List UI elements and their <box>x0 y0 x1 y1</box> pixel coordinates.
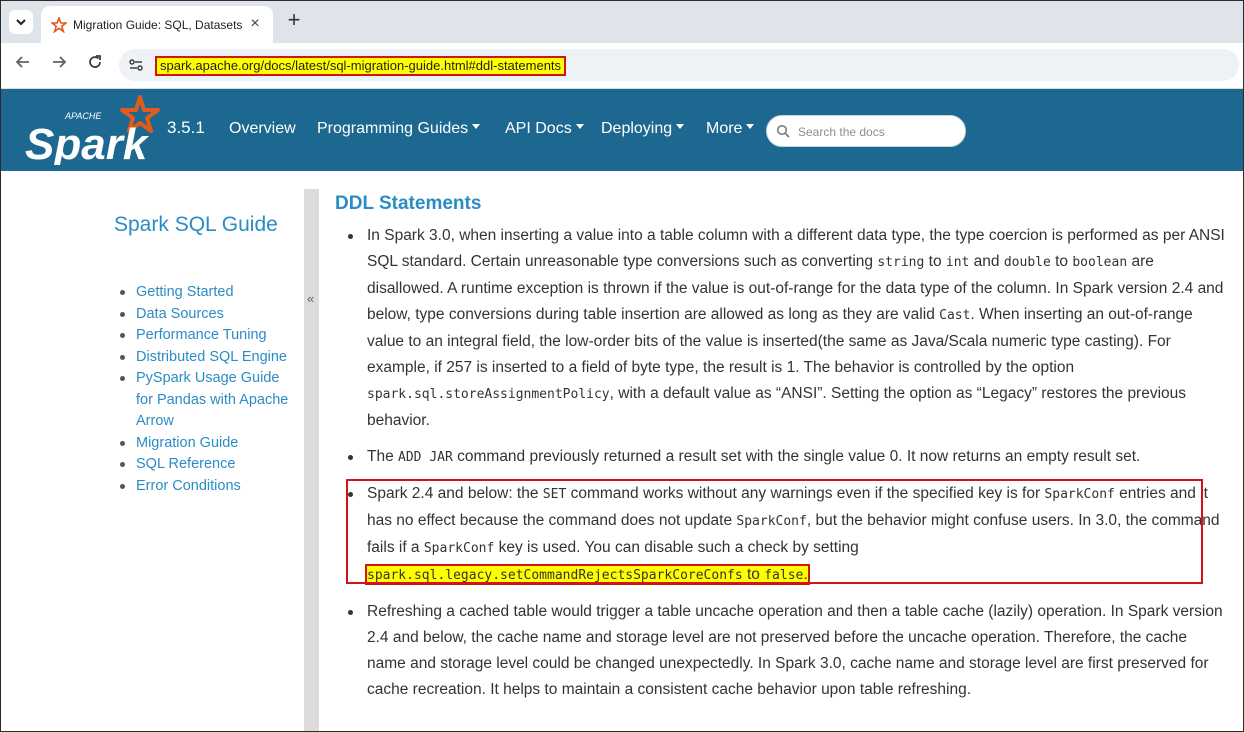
caret-down-icon <box>575 124 584 130</box>
list-item: In Spark 3.0, when inserting a value int… <box>335 223 1225 434</box>
caret-down-icon <box>472 124 481 130</box>
inline-code: int <box>945 255 970 270</box>
inline-code: Cast <box>939 308 971 323</box>
logo-spark-text: Spark <box>25 120 150 165</box>
site-info-icon[interactable] <box>128 57 144 73</box>
sidebar-item-pyspark-usage-guide[interactable]: PySpark Usage Guide for Pandas with Apac… <box>119 368 299 433</box>
nav-deploying-label: Deploying <box>601 120 673 137</box>
inline-code: SparkConf <box>1044 487 1115 502</box>
inline-code: boolean <box>1072 255 1128 270</box>
tab-search-button[interactable] <box>9 10 33 34</box>
inline-code: ADD JAR <box>398 450 453 465</box>
inline-code: spark.sql.storeAssignmentPolicy <box>367 387 610 402</box>
migration-notes-list: In Spark 3.0, when inserting a value int… <box>335 223 1225 703</box>
nav-programming-guides-label: Programming Guides <box>317 120 469 137</box>
search-placeholder: Search the docs <box>798 125 885 139</box>
caret-down-icon <box>676 124 685 130</box>
sidebar-item-migration-guide[interactable]: Migration Guide <box>119 433 299 455</box>
inline-code: SparkConf <box>736 514 807 529</box>
tab-title: Migration Guide: SQL, Datasets <box>73 17 243 32</box>
browser-tab-strip: Migration Guide: SQL, Datasets × + <box>1 1 1243 43</box>
list-item-highlighted: Spark 2.4 and below: the SET command wor… <box>335 481 1225 589</box>
apache-spark-logo[interactable]: APACHE Spark <box>25 95 165 165</box>
nav-api-docs[interactable]: API Docs <box>505 120 584 138</box>
version-label: 3.5.1 <box>167 118 205 137</box>
inline-code: spark.sql.legacy.setCommandRejectsSparkC… <box>367 568 743 583</box>
chevron-down-icon <box>16 19 26 26</box>
sidebar-item-getting-started[interactable]: Getting Started <box>119 282 299 304</box>
sidebar: Spark SQL Guide Getting Started Data Sou… <box>1 171 304 731</box>
nav-more-label: More <box>706 120 743 137</box>
inline-code: SET <box>542 487 567 502</box>
sidebar-splitter[interactable] <box>304 189 319 731</box>
sidebar-item-distributed-sql-engine[interactable]: Distributed SQL Engine <box>119 347 299 369</box>
inline-code: false <box>764 568 804 583</box>
nav-overview[interactable]: Overview <box>229 120 296 138</box>
nav-deploying[interactable]: Deploying <box>601 120 685 138</box>
inline-code: string <box>877 255 925 270</box>
collapse-sidebar-icon[interactable]: « <box>307 291 314 306</box>
nav-more[interactable]: More <box>706 120 755 138</box>
browser-toolbar: spark.apache.org/docs/latest/sql-migrati… <box>1 43 1243 89</box>
sidebar-item-data-sources[interactable]: Data Sources <box>119 304 299 326</box>
site-navbar: APACHE Spark 3.5.1 Overview Programming … <box>1 89 1243 171</box>
spark-favicon-icon <box>51 16 67 33</box>
nav-overview-label: Overview <box>229 120 296 137</box>
reload-icon[interactable] <box>84 54 106 76</box>
inline-code: double <box>1003 255 1051 270</box>
browser-tab-active[interactable]: Migration Guide: SQL, Datasets × <box>41 6 273 43</box>
sidebar-item-sql-reference[interactable]: SQL Reference <box>119 454 299 476</box>
list-item: Refreshing a cached table would trigger … <box>335 599 1225 703</box>
address-bar[interactable]: spark.apache.org/docs/latest/sql-migrati… <box>119 49 1239 81</box>
inline-code: SparkConf <box>423 541 495 556</box>
highlighted-config-text: spark.sql.legacy.setCommandRejectsSparkC… <box>365 564 810 585</box>
docs-search-input[interactable]: Search the docs <box>766 115 966 147</box>
sidebar-title[interactable]: Spark SQL Guide <box>114 209 294 241</box>
nav-programming-guides[interactable]: Programming Guides <box>317 120 481 138</box>
section-heading: DDL Statements <box>335 193 482 214</box>
list-item: The ADD JAR command previously returned … <box>335 444 1225 471</box>
search-icon <box>776 124 790 138</box>
sidebar-nav-list: Getting Started Data Sources Performance… <box>119 282 299 497</box>
nav-api-docs-label: API Docs <box>505 120 572 137</box>
main-content: DDL Statements In Spark 3.0, when insert… <box>335 193 1225 713</box>
back-arrow-icon[interactable] <box>12 54 34 76</box>
new-tab-icon[interactable]: + <box>283 9 305 32</box>
url-text[interactable]: spark.apache.org/docs/latest/sql-migrati… <box>155 56 567 76</box>
sidebar-item-performance-tuning[interactable]: Performance Tuning <box>119 325 299 347</box>
close-tab-icon[interactable]: × <box>247 16 263 32</box>
forward-arrow-icon[interactable] <box>48 54 70 76</box>
sidebar-item-error-conditions[interactable]: Error Conditions <box>119 476 299 498</box>
caret-down-icon <box>746 124 755 130</box>
